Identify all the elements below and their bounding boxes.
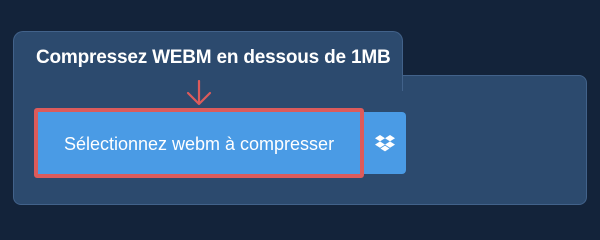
select-file-label: Sélectionnez webm à compresser [63, 134, 335, 154]
select-file-button[interactable]: Sélectionnez webm à compresser [34, 108, 364, 178]
arrow-down-icon [186, 80, 212, 106]
page-title: Compressez WEBM en dessous de 1MB [36, 47, 391, 68]
dropbox-button[interactable] [364, 112, 406, 174]
dropbox-icon [375, 135, 395, 152]
